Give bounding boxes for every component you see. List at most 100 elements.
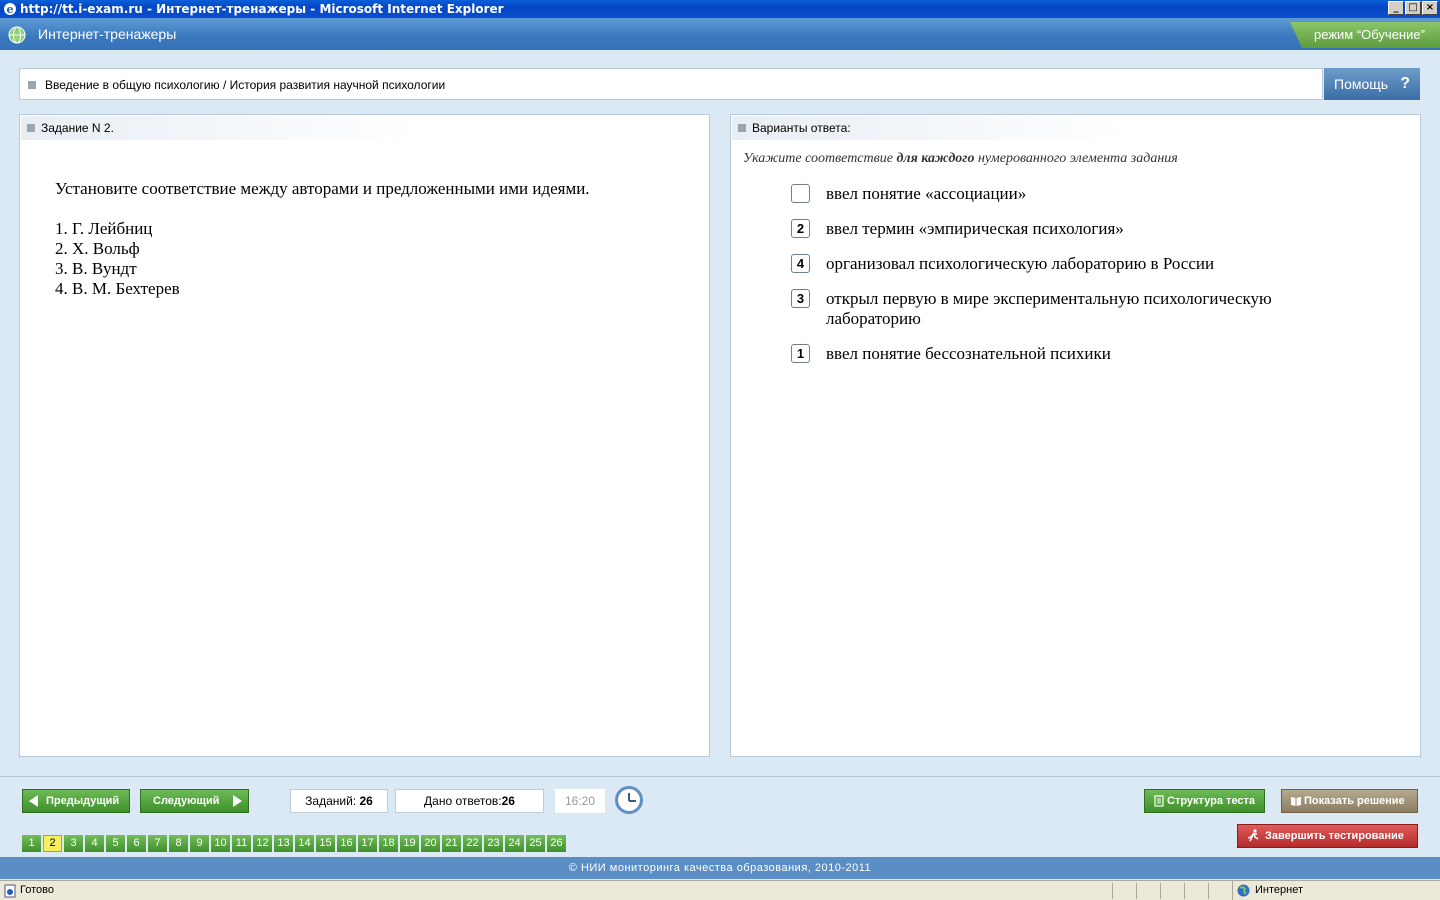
mode-badge: режим “Обучение” <box>1290 22 1440 48</box>
answered-label: Дано ответов: <box>424 794 502 808</box>
list-item: 1. Г. Лейбниц <box>55 219 153 238</box>
page-button[interactable]: 10 <box>211 835 230 852</box>
next-label: Следующий <box>153 795 220 807</box>
page-status-icon <box>4 884 16 898</box>
help-button[interactable]: Помощь ? <box>1324 68 1420 100</box>
breadcrumb-text: Введение в общую психологию / История ра… <box>45 78 446 92</box>
status-segment <box>1208 883 1230 899</box>
page-button[interactable]: 3 <box>64 835 83 852</box>
help-label: Помощь <box>1334 76 1389 92</box>
answer-text: ввел термин «эмпирическая психология» <box>826 219 1124 238</box>
answer-input[interactable]: 1 <box>791 344 810 363</box>
task-panel-header: Задание N 2. <box>21 116 416 140</box>
page-button[interactable]: 19 <box>400 835 419 852</box>
instruction-pre: Укажите соответствие <box>743 151 897 166</box>
test-structure-label: Структура теста <box>1167 795 1256 807</box>
app-title: Интернет-тренажеры <box>38 26 177 42</box>
page-button[interactable]: 8 <box>169 835 188 852</box>
globe-logo-icon <box>8 26 26 44</box>
answer-text: открыл первую в мире экспериментальную п… <box>826 289 1272 328</box>
page-button[interactable]: 16 <box>337 835 356 852</box>
answer-input[interactable] <box>791 184 810 203</box>
page-button[interactable]: 1 <box>22 835 41 852</box>
show-solution-label: Показать решение <box>1304 795 1405 807</box>
clock-icon <box>615 786 643 814</box>
close-button[interactable]: × <box>1422 1 1438 15</box>
document-icon <box>1154 795 1164 807</box>
test-structure-button[interactable]: Структура теста <box>1144 789 1265 813</box>
page-navigator: 1 2 3 4 5 6 7 8 9 10 11 12 13 14 15 16 1… <box>22 835 566 852</box>
page-button[interactable]: 15 <box>316 835 335 852</box>
bullet-square-icon <box>738 124 746 132</box>
timer: 16:20 <box>555 789 605 813</box>
next-button[interactable]: Следующий <box>140 789 249 813</box>
status-segment <box>1184 883 1206 899</box>
finish-test-button[interactable]: Завершить тестирование <box>1237 824 1418 848</box>
instruction-text: Укажите соответствие для каждого нумеров… <box>743 151 1178 167</box>
status-bar: Готово Интернет <box>0 880 1440 900</box>
page-button[interactable]: 18 <box>379 835 398 852</box>
prev-label: Предыдущий <box>46 795 120 807</box>
task-number: Задание N 2. <box>41 121 114 135</box>
list-item: 3. В. Вундт <box>55 259 137 278</box>
answers-panel: Варианты ответа: Укажите соответствие дл… <box>730 114 1421 757</box>
answer-input[interactable]: 3 <box>791 289 810 308</box>
page-button[interactable]: 13 <box>274 835 293 852</box>
author-list: 1. Г. Лейбниц 2. Х. Вольф 3. В. Вундт 4.… <box>55 219 180 299</box>
list-item: 4. В. М. Бехтерев <box>55 279 180 298</box>
tasks-counter: Заданий: 26 <box>290 789 388 813</box>
answers-panel-header: Варианты ответа: <box>732 116 1127 140</box>
page-button[interactable]: 21 <box>442 835 461 852</box>
answer-text: организовал психологическую лабораторию … <box>826 254 1215 273</box>
answer-input[interactable]: 4 <box>791 254 810 273</box>
page-button[interactable]: 11 <box>232 835 251 852</box>
page-button[interactable]: 25 <box>526 835 545 852</box>
page-button[interactable]: 26 <box>547 835 566 852</box>
app-header: Интернет-тренажеры режим “Обучение” <box>0 18 1440 50</box>
bullet-square-icon <box>27 124 35 132</box>
page-button[interactable]: 17 <box>358 835 377 852</box>
page-button[interactable]: 20 <box>421 835 440 852</box>
answered-count: 26 <box>501 794 515 808</box>
breadcrumb: Введение в общую психологию / История ра… <box>19 68 1323 100</box>
page-button[interactable]: 14 <box>295 835 314 852</box>
window-controls: _ □ × <box>1388 1 1438 15</box>
prev-button[interactable]: Предыдущий <box>22 789 130 813</box>
svg-text:e: e <box>7 3 14 16</box>
page-button[interactable]: 7 <box>148 835 167 852</box>
arrow-left-icon <box>29 795 38 807</box>
window-titlebar: e http://tt.i-exam.ru - Интернет-тренаже… <box>0 0 1440 18</box>
page-button[interactable]: 4 <box>85 835 104 852</box>
instruction-bold: для каждого <box>896 151 975 166</box>
task-panel: Задание N 2. Установите соответствие меж… <box>19 114 710 757</box>
page-button[interactable]: 24 <box>505 835 524 852</box>
page-button[interactable]: 6 <box>127 835 146 852</box>
window-title: http://tt.i-exam.ru - Интернет-тренажеры… <box>20 2 504 16</box>
finish-test-label: Завершить тестирование <box>1265 830 1404 842</box>
footer-copyright: © НИИ мониторинга качества образования, … <box>0 857 1440 879</box>
security-zone: Интернет <box>1232 881 1440 900</box>
page-button[interactable]: 22 <box>463 835 482 852</box>
show-solution-button[interactable]: Показать решение <box>1281 789 1418 813</box>
page-button-active[interactable]: 2 <box>43 835 62 852</box>
bullet-square-icon <box>28 81 36 89</box>
question-text: Установите соответствие между авторами и… <box>55 179 590 198</box>
answer-text: ввел понятие «ассоциации» <box>826 184 1027 203</box>
maximize-button[interactable]: □ <box>1405 1 1421 15</box>
page-button[interactable]: 12 <box>253 835 272 852</box>
tasks-label: Заданий: <box>305 794 357 808</box>
answer-input[interactable]: 2 <box>791 219 810 238</box>
minimize-button[interactable]: _ <box>1388 1 1404 15</box>
arrow-right-icon <box>233 795 242 807</box>
page-button[interactable]: 23 <box>484 835 503 852</box>
answers-header: Варианты ответа: <box>752 121 851 135</box>
running-man-icon <box>1247 829 1259 842</box>
page-button[interactable]: 9 <box>190 835 209 852</box>
answer-text: ввел понятие бессознательной психики <box>826 344 1111 363</box>
book-icon <box>1291 797 1301 806</box>
status-segment <box>1160 883 1182 899</box>
question-mark-icon: ? <box>1400 75 1410 92</box>
security-zone-label: Интернет <box>1255 884 1303 896</box>
status-segment <box>1136 883 1158 899</box>
page-button[interactable]: 5 <box>106 835 125 852</box>
